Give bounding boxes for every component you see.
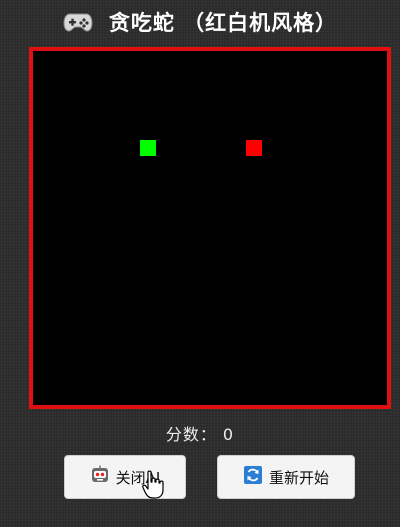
gamepad-icon: [63, 12, 93, 32]
refresh-icon: [243, 465, 263, 489]
page-title: 贪吃蛇 （红白机风格）: [0, 6, 400, 38]
restart-button[interactable]: 重新开始: [217, 455, 355, 499]
score-label: 分数：: [165, 425, 217, 444]
title-text: 贪吃蛇 （红白机风格）: [108, 11, 338, 35]
restart-label: 重新开始: [268, 468, 329, 487]
toggle-ai-button[interactable]: 关闭AI: [64, 455, 186, 499]
food-item: [246, 140, 262, 156]
snake-head: [140, 140, 156, 156]
hand-cursor-icon: [142, 470, 164, 504]
score-display: 分数： 0: [0, 421, 400, 445]
game-board[interactable]: [29, 47, 391, 409]
score-value: 0: [222, 425, 235, 444]
robot-icon: [90, 465, 110, 489]
